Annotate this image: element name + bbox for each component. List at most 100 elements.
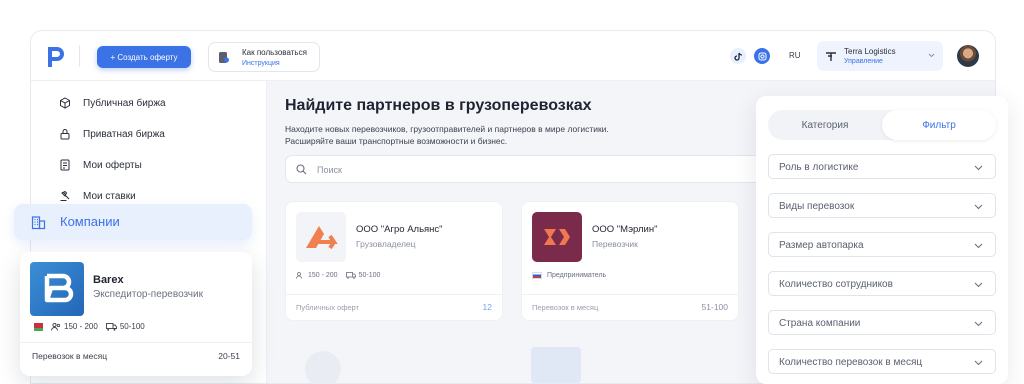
monthly-shipments-value: 51-100 [701,302,728,312]
search-placeholder: Поиск [317,165,342,175]
card-footer: Перевозок в месяц 51-100 [522,294,738,312]
company-card-featured[interactable]: Barex Экспедитор-перевозчик 150 - 200 50… [20,252,252,376]
document-user-icon [219,52,229,63]
tab-category[interactable]: Категория [768,110,882,140]
filter-tabs: Категория Фильтр [768,110,996,140]
sidebar-item-public-exchange[interactable]: Публичная биржа [59,97,166,109]
truck-count-value: 50-100 [358,272,381,279]
sidebar-item-label: Публичная биржа [83,97,166,109]
building-icon [31,216,46,230]
sidebar-item-label: Мои ставки [83,190,136,202]
howto-subtitle: Инструкция [242,60,280,67]
company-meta: Предприниматель [532,272,606,279]
chevron-down-icon [974,282,983,288]
chevron-down-icon [974,204,983,210]
chevron-down-icon [974,321,983,327]
filter-shipments-select[interactable]: Количество перевозок в месяц [768,349,996,374]
company-meta: 150 - 200 50-100 [296,272,388,279]
header-divider [79,45,80,67]
company-card[interactable]: ООО "Мэрлин" Перевозчик Предприниматель … [521,201,739,321]
company-card-partial [285,343,503,383]
company-card-partial [521,343,739,383]
select-label: Количество сотрудников [779,279,893,290]
create-offer-button[interactable]: + Создать оферту [97,46,191,68]
account-role: Управление [844,58,883,65]
user-avatar[interactable] [957,45,979,67]
top-header: + Создать оферту Как пользоваться Инстру… [31,31,995,81]
filter-country-select[interactable]: Страна компании [768,310,996,335]
company-role: Экспедитор-перевозчик [93,289,203,300]
company-name: ООО "Мэрлин" [592,224,658,235]
select-label: Страна компании [779,318,861,329]
account-name: Terra Logistics [844,47,896,56]
chevron-down-icon [974,165,983,171]
select-label: Роль в логистике [779,162,859,173]
company-logo [532,212,582,262]
company-type-badge: Предприниматель [547,272,607,279]
company-card[interactable]: ООО "Агро Альянс" Грузовладелец 150 - 20… [285,201,503,321]
lock-icon [60,129,70,140]
company-role: Перевозчик [592,239,638,249]
document-icon [60,159,70,171]
truck-count: 50-100 [345,272,381,279]
company-logo-placeholder [305,351,341,383]
truck-icon [345,272,356,279]
fleet-size: 150 - 200 [296,272,338,279]
sidebar-item-companies[interactable]: Компании [14,204,252,240]
filter-role-select[interactable]: Роль в логистике [768,154,996,179]
truck-count-value: 50-100 [119,322,145,331]
logo-icon[interactable] [45,45,67,69]
tiktok-icon[interactable] [730,48,746,64]
page-subtitle-line2: Расширяйте ваши транспортные возможности… [285,136,508,146]
tab-filter[interactable]: Фильтр [882,110,996,140]
sidebar-item-my-offers[interactable]: Мои оферты [59,159,142,171]
company-role: Грузовладелец [356,239,416,249]
company-logo [296,212,346,262]
merlin-logo-icon [544,229,570,245]
howto-title: Как пользоваться [242,48,307,57]
card-footer: Перевозок в месяц 20-51 [20,342,252,361]
filter-transport-type-select[interactable]: Виды перевозок [768,193,996,218]
company-logo-placeholder [531,347,581,383]
company-logo [30,262,84,316]
monthly-shipments-label: Перевозок в месяц [32,351,108,361]
language-switch[interactable]: RU [789,51,801,60]
agro-logo-icon [306,226,338,250]
filter-fleet-size-select[interactable]: Размер автопарка [768,232,996,257]
company-name: Barex [93,274,124,286]
howto-button[interactable]: Как пользоваться Инструкция [208,42,320,72]
page-subtitle-line1: Находите новых перевозчиков, грузоотправ… [285,124,609,134]
sidebar-item-private-exchange[interactable]: Приватная биржа [59,128,165,140]
public-offers-count: 12 [482,302,492,312]
chevron-down-icon [974,360,983,366]
people-icon [296,272,302,279]
barex-logo-icon [44,273,74,303]
sidebar-item-label: Компании [60,214,120,229]
fleet-size: 150 - 200 [51,322,98,331]
flag-icon [532,272,542,279]
sidebar-item-my-bids[interactable]: Мои ставки [59,190,136,202]
company-name: ООО "Агро Альянс" [356,224,443,235]
gavel-icon [60,190,70,201]
sidebar-item-label: Мои оферты [83,159,142,171]
filter-panel: Категория Фильтр Роль в логистике Виды п… [756,96,1008,384]
filter-employees-select[interactable]: Количество сотрудников [768,271,996,296]
fleet-size-value: 150 - 200 [308,272,338,279]
instagram-icon[interactable] [754,48,770,64]
monthly-shipments-label: Перевозок в месяц [532,303,599,312]
page-subtitle: Находите новых перевозчиков, грузоотправ… [285,123,725,147]
chevron-down-icon [974,243,983,249]
cube-icon [60,97,70,109]
search-icon [296,164,307,175]
chevron-down-icon [928,53,935,58]
card-footer: Публичных оферт 12 [286,294,502,312]
truck-count: 50-100 [105,322,145,331]
belarus-flag-icon [32,322,43,331]
company-logo-icon [826,52,836,61]
account-switcher[interactable]: Terra Logistics Управление [817,41,943,71]
monthly-shipments-value: 20-51 [218,351,240,361]
select-label: Виды перевозок [779,201,855,212]
select-label: Размер автопарка [779,240,864,251]
page-title: Найдите партнеров в грузоперевозках [285,97,592,114]
search-input[interactable]: Поиск [285,155,785,183]
